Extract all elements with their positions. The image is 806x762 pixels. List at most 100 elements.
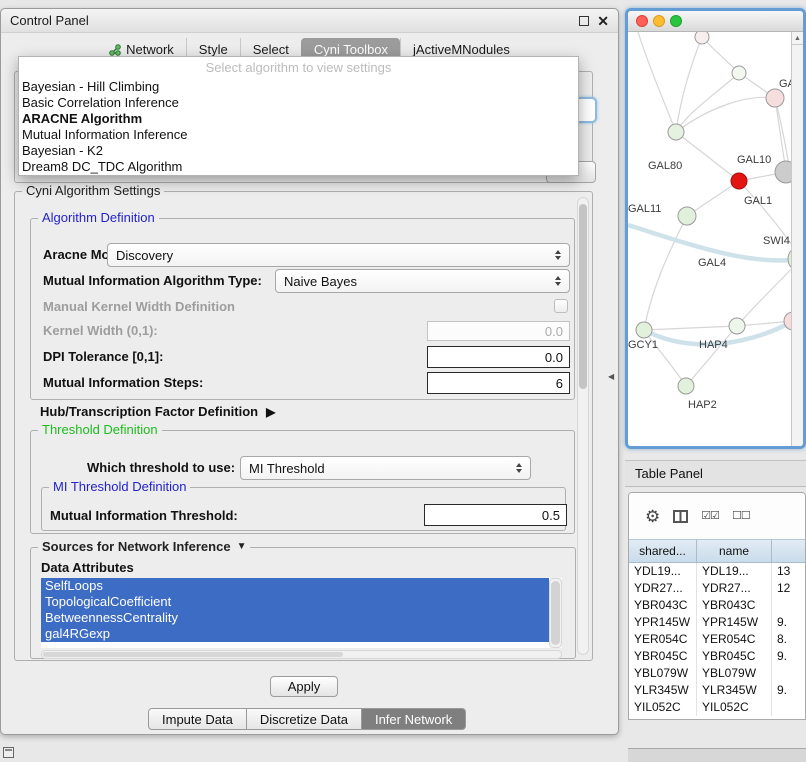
algorithm-option-bayesian-k2[interactable]: Bayesian - K2 <box>19 143 578 159</box>
bottom-tab-infer-network[interactable]: Infer Network <box>362 708 466 730</box>
float-window-icon[interactable] <box>579 16 589 26</box>
settings-scrollbar-thumb[interactable] <box>579 204 587 389</box>
tab-label: Select <box>253 42 289 57</box>
table-row[interactable]: YPR145WYPR145W9. <box>629 614 805 631</box>
bottom-tab-discretize-data[interactable]: Discretize Data <box>247 708 362 730</box>
node-label-gal10: GAL10 <box>737 154 771 166</box>
close-button[interactable] <box>636 15 648 27</box>
table-row[interactable]: YLR345WYLR345W9. <box>629 682 805 699</box>
network-edge <box>638 32 676 132</box>
control-panel-window: Control Panel ✕ NetworkStyleSelectCyni T… <box>0 8 619 735</box>
network-titlebar[interactable] <box>628 11 803 32</box>
table-row[interactable]: YBR045CYBR045C9. <box>629 648 805 665</box>
table-panel-title: Table Panel <box>635 466 703 481</box>
network-node-6[interactable] <box>678 207 696 225</box>
mi-type-combo[interactable]: Naive Bayes <box>275 269 570 293</box>
table-cell: YIL052C <box>697 699 772 716</box>
mi-steps-field[interactable]: 6 <box>427 372 570 394</box>
settings-group-title: Cyni Algorithm Settings <box>22 183 164 199</box>
mi-threshold-field[interactable]: 0.5 <box>424 504 567 526</box>
collapse-triangle-icon: ▼ <box>237 542 247 552</box>
network-node-11[interactable] <box>678 378 694 394</box>
apply-button[interactable]: Apply <box>270 676 338 697</box>
table-row[interactable]: YBR043CYBR043C <box>629 597 805 614</box>
mi-steps-label: Mutual Information Steps: <box>43 375 203 391</box>
network-vscrollbar[interactable]: ▲ <box>791 32 803 446</box>
table-cell <box>772 699 806 716</box>
table-cell: YIL052C <box>629 699 697 716</box>
gear-icon[interactable]: ⚙ <box>645 508 660 525</box>
table-row[interactable]: YBL079WYBL079W <box>629 665 805 682</box>
restore-panel-icon[interactable] <box>3 747 14 758</box>
table-cell: YBL079W <box>697 665 772 682</box>
zoom-button[interactable] <box>670 15 682 27</box>
table-row[interactable]: YDL19...YDL19...13 <box>629 563 805 580</box>
attribute-item-betweennesscentrality[interactable]: BetweennessCentrality <box>41 610 549 626</box>
algorithm-definition-title: Algorithm Definition <box>38 210 159 226</box>
attributes-vscrollbar-thumb[interactable] <box>551 581 560 645</box>
which-threshold-combo[interactable]: MI Threshold <box>240 456 531 480</box>
deselect-all-icon[interactable]: ☐☐ <box>732 511 750 522</box>
expand-triangle-icon: ▶ <box>266 406 275 418</box>
network-node-8[interactable] <box>636 322 652 338</box>
table-row[interactable]: YIL052CYIL052C <box>629 699 805 716</box>
dpi-tolerance-field[interactable]: 0.0 <box>427 346 570 368</box>
select-all-icon[interactable]: ☑☑ <box>701 511 719 522</box>
table-window: ⚙ ☑☑ ☐☐ shared...name YDL19...YDL19...13… <box>628 492 806 720</box>
threshold-definition-group: Threshold Definition Which threshold to … <box>30 430 575 534</box>
table-row[interactable]: YDR27...YDR27...12 <box>629 580 805 597</box>
algorithm-option-mutual-information-inference[interactable]: Mutual Information Inference <box>19 127 578 143</box>
combo-updown-icon <box>555 250 561 260</box>
mi-threshold-group-title: MI Threshold Definition <box>49 479 190 495</box>
algorithm-option-basic-correlation-inference[interactable]: Basic Correlation Inference <box>19 95 578 111</box>
column-header-2[interactable] <box>772 539 806 563</box>
network-canvas[interactable]: GAL7GAL80GAL10GAL11GAL1SWI4GAL4GCY1HAP4H… <box>628 32 803 446</box>
window-title: Control Panel <box>10 13 89 28</box>
table-cell: YPR145W <box>629 614 697 631</box>
network-node-0[interactable] <box>695 32 709 44</box>
kernel-width-field[interactable]: 0.0 <box>427 321 570 341</box>
column-header-name[interactable]: name <box>697 539 772 563</box>
column-visibility-icon[interactable] <box>673 510 688 523</box>
control-panel-titlebar[interactable]: Control Panel ✕ <box>1 9 618 33</box>
network-node-9[interactable] <box>729 318 745 334</box>
algorithm-option-bayesian-hill-climbing[interactable]: Bayesian - Hill Climbing <box>19 79 578 95</box>
column-header-shared[interactable]: shared... <box>629 539 697 563</box>
table-cell: YLR345W <box>697 682 772 699</box>
node-label-gal80: GAL80 <box>648 160 682 172</box>
network-canvas-container[interactable]: GAL7GAL80GAL10GAL11GAL1SWI4GAL4GCY1HAP4H… <box>628 32 803 446</box>
network-node-5[interactable] <box>731 173 747 189</box>
tab-label: Style <box>199 42 228 57</box>
which-threshold-label: Which threshold to use: <box>87 460 235 476</box>
attributes-vscrollbar[interactable] <box>549 578 562 648</box>
attributes-hscrollbar[interactable] <box>41 650 562 659</box>
panel-collapse-arrow[interactable]: ◀ <box>608 373 614 381</box>
settings-scrollbar[interactable] <box>577 197 589 655</box>
network-view-window: GAL7GAL80GAL10GAL11GAL1SWI4GAL4GCY1HAP4H… <box>625 8 806 449</box>
table-panel-header[interactable]: Table Panel <box>625 460 806 487</box>
network-node-3[interactable] <box>668 124 684 140</box>
minimize-button[interactable] <box>653 15 665 27</box>
bottom-tab-impute-data[interactable]: Impute Data <box>148 708 247 730</box>
node-label-gal4: GAL4 <box>698 257 726 269</box>
manual-kernel-checkbox[interactable] <box>554 299 568 313</box>
hub-section-label: Hub/Transcription Factor Definition <box>40 404 258 419</box>
table-body: YDL19...YDL19...13YDR27...YDR27...12YBR0… <box>629 563 805 716</box>
scroll-up-arrow-icon[interactable]: ▲ <box>792 32 803 45</box>
attribute-item-selfloops[interactable]: SelfLoops <box>41 578 549 594</box>
which-threshold-value: MI Threshold <box>249 461 325 476</box>
network-edge <box>676 132 739 181</box>
sources-group-title[interactable]: Sources for Network Inference ▼ <box>38 539 250 555</box>
hub-section-toggle[interactable]: Hub/Transcription Factor Definition ▶ <box>40 404 275 419</box>
network-node-1[interactable] <box>732 66 746 80</box>
algorithm-option-dream8-dc-tdc-algorithm[interactable]: Dream8 DC_TDC Algorithm <box>19 159 578 175</box>
attributes-hscrollbar-thumb[interactable] <box>43 652 343 657</box>
algorithm-option-aracne-algorithm[interactable]: ARACNE Algorithm <box>19 111 578 127</box>
network-node-2[interactable] <box>766 89 784 107</box>
attribute-item-gal4rgexp[interactable]: gal4RGexp <box>41 626 549 642</box>
close-icon[interactable]: ✕ <box>597 14 609 28</box>
attribute-item-topologicalcoefficient[interactable]: TopologicalCoefficient <box>41 594 549 610</box>
bottom-panel-edge <box>628 748 806 762</box>
table-row[interactable]: YER054CYER054C8. <box>629 631 805 648</box>
aracne-mode-combo[interactable]: Discovery <box>107 243 570 267</box>
